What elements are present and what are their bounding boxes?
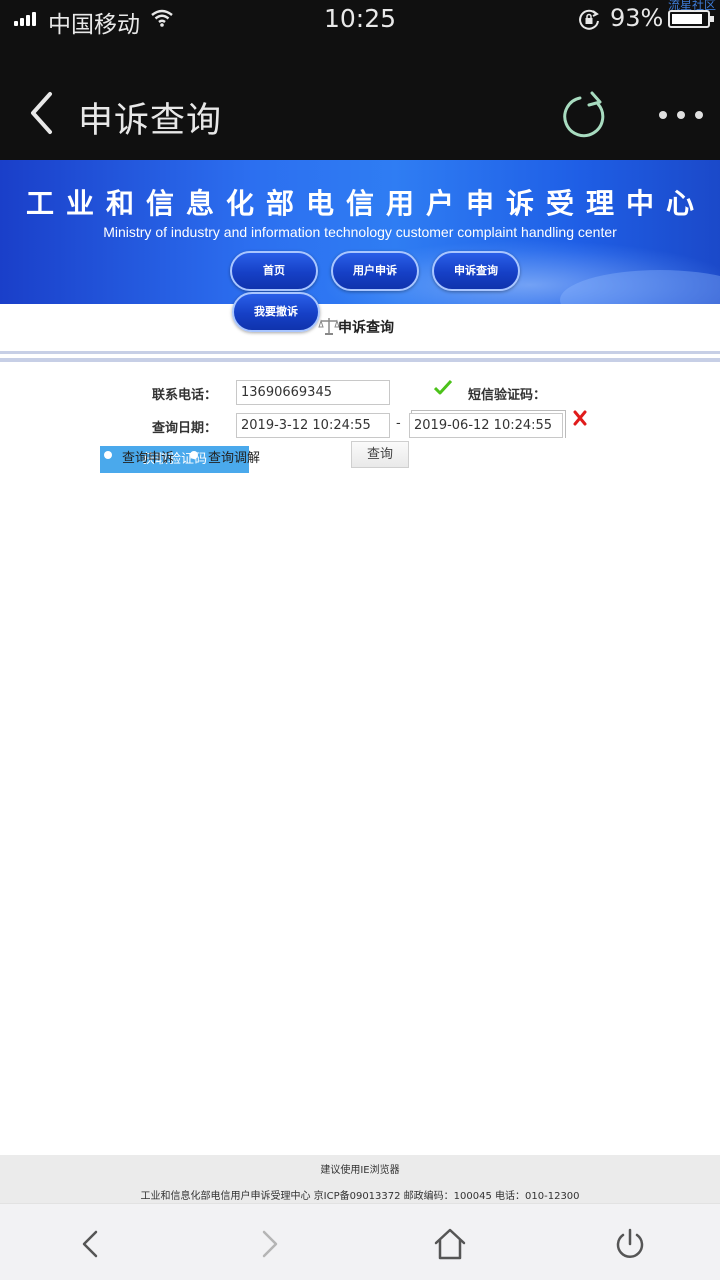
date-start-input[interactable] bbox=[236, 413, 390, 438]
page-footer: 建议使用IE浏览器 工业和信息化部电信用户申诉受理中心 京ICP备0901337… bbox=[0, 1155, 720, 1203]
site-title: 工业和信息化部电信用户申诉受理中心 bbox=[25, 187, 706, 220]
browser-bottom-nav bbox=[0, 1203, 720, 1280]
battery-percent: 93% bbox=[610, 4, 664, 32]
divider bbox=[0, 358, 720, 362]
site-subtitle: Ministry of industry and information tec… bbox=[103, 224, 617, 240]
nav-user-complaint-button[interactable]: 用户申诉 bbox=[331, 251, 419, 291]
phone-input[interactable] bbox=[236, 380, 390, 405]
date-separator: - bbox=[396, 416, 401, 431]
nav-withdraw-button[interactable]: 我要撤诉 bbox=[232, 292, 320, 332]
nav-complaint-query-button[interactable]: 申诉查询 bbox=[432, 251, 520, 291]
home-icon[interactable] bbox=[432, 1226, 468, 1262]
more-options-icon[interactable] bbox=[656, 108, 706, 120]
status-bar: 中国移动 10:25 93% 流星社区 bbox=[0, 0, 720, 40]
sms-code-label: 短信验证码： bbox=[468, 388, 547, 403]
refresh-icon[interactable] bbox=[558, 90, 610, 142]
watermark-text: 流星社区 bbox=[668, 0, 717, 12]
query-button[interactable]: 查询 bbox=[351, 441, 409, 468]
power-icon[interactable] bbox=[612, 1226, 648, 1262]
page-title: 申诉查询 bbox=[78, 101, 223, 141]
forward-icon[interactable] bbox=[252, 1226, 288, 1262]
check-icon bbox=[434, 380, 452, 395]
phone-label: 联系电话： bbox=[152, 388, 218, 403]
browser-recommendation: 建议使用IE浏览器 bbox=[320, 1165, 400, 1176]
error-x-icon bbox=[573, 410, 587, 426]
back-icon[interactable] bbox=[72, 1226, 108, 1262]
radio-query-mediation[interactable] bbox=[190, 451, 198, 459]
radio-query-complaint-label: 查询申诉 bbox=[122, 451, 175, 466]
radio-query-mediation-label: 查询调解 bbox=[208, 451, 261, 466]
browser-screen: 中国移动 10:25 93% 流星社区 申诉查询 工业和信息化部电信用户申诉受理… bbox=[0, 0, 720, 1280]
query-date-label: 查询日期： bbox=[152, 421, 218, 436]
scale-icon bbox=[318, 318, 340, 335]
divider bbox=[0, 351, 720, 354]
footer-info: 工业和信息化部电信用户申诉受理中心 京ICP备09013372 邮政编码：100… bbox=[140, 1191, 580, 1202]
back-arrow-icon[interactable] bbox=[26, 90, 58, 136]
section-title: 申诉查询 bbox=[338, 320, 394, 336]
radio-query-complaint[interactable] bbox=[104, 451, 112, 459]
rotation-lock-icon bbox=[579, 9, 599, 30]
app-bar: 申诉查询 bbox=[0, 40, 720, 160]
nav-home-button[interactable]: 首页 bbox=[230, 251, 318, 291]
date-end-input[interactable] bbox=[409, 413, 563, 438]
